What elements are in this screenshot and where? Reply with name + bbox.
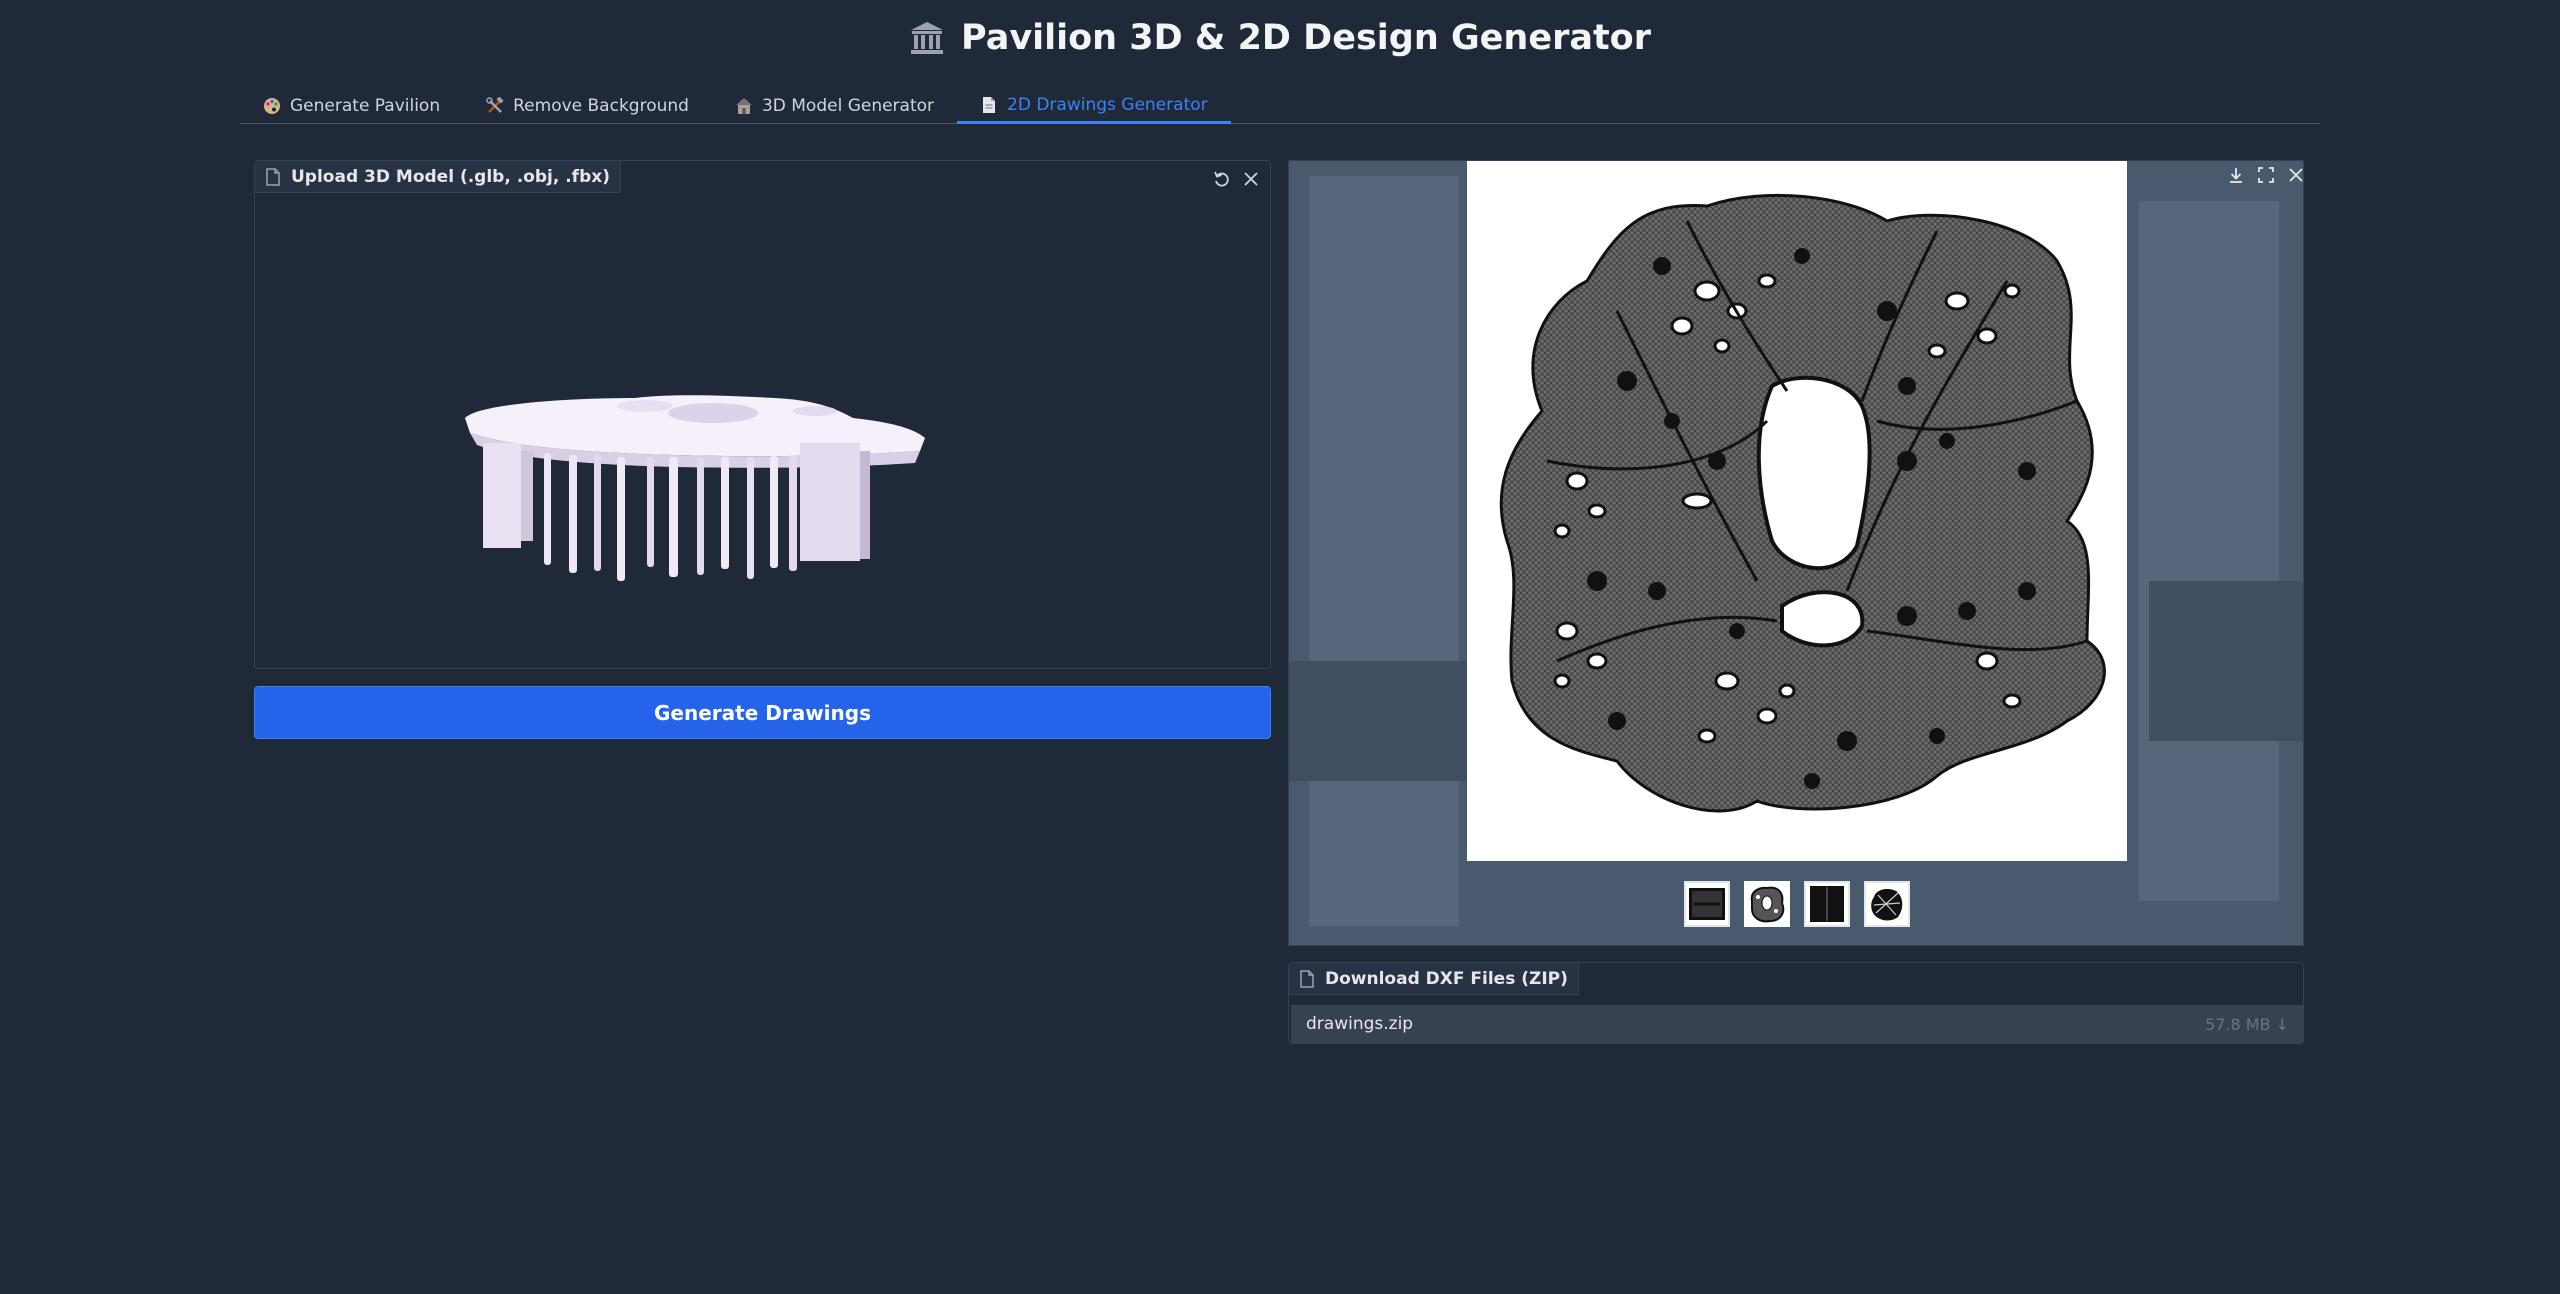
upload-panel-label: Upload 3D Model (.glb, .obj, .fbx) (255, 161, 621, 193)
tools-icon (486, 96, 504, 113)
file-icon (266, 167, 280, 186)
thumbnail-drawing-4[interactable] (1864, 881, 1910, 927)
undo-icon (1214, 171, 1229, 187)
file-download-row[interactable]: drawings.zip 57.8 MB ↓ (1291, 1005, 2303, 1043)
3d-model-viewer[interactable] (255, 193, 1270, 668)
tab-3d-model-generator[interactable]: 3D Model Generator (712, 82, 957, 123)
close-icon (2289, 168, 2303, 182)
tab-bar: Generate Pavilion Remove Background 3D M… (240, 82, 2320, 124)
palette-icon (264, 97, 280, 114)
tab-generate-pavilion[interactable]: Generate Pavilion (240, 82, 463, 123)
tab-label: Remove Background (513, 95, 689, 116)
upload-3d-model-panel[interactable]: Upload 3D Model (.glb, .obj, .fbx) (254, 160, 1271, 669)
tab-2d-drawings-generator[interactable]: 2D Drawings Generator (957, 82, 1231, 124)
download-dxf-panel: Download DXF Files (ZIP) drawings.zip 57… (1288, 962, 2304, 1044)
thumbnail-drawing-3[interactable] (1804, 881, 1850, 927)
tab-remove-background[interactable]: Remove Background (463, 82, 712, 123)
file-name[interactable]: drawings.zip (1306, 1014, 1413, 1034)
thumbnail-strip (1289, 881, 2303, 927)
fullscreen-icon (2258, 167, 2274, 183)
pavilion-3d-model (465, 395, 925, 581)
tab-label: 2D Drawings Generator (1007, 94, 1208, 115)
tab-label: 3D Model Generator (761, 95, 935, 116)
drawings-gallery (1288, 160, 2304, 946)
house-icon (735, 97, 752, 114)
thumbnail-drawing-2[interactable] (1744, 881, 1790, 927)
document-icon (983, 96, 996, 113)
download-image-button[interactable] (2224, 163, 2248, 187)
generate-drawings-button[interactable]: Generate Drawings (254, 686, 1271, 739)
download-panel-label: Download DXF Files (ZIP) (1289, 963, 1579, 995)
classical-building-icon (911, 22, 943, 54)
clear-upload-button[interactable] (1239, 167, 1263, 191)
reset-view-button[interactable] (1210, 167, 1234, 191)
download-label-text: Download DXF Files (ZIP) (1325, 968, 1568, 989)
file-size: 57.8 MB ↓ (2205, 1014, 2289, 1034)
upload-label-text: Upload 3D Model (.glb, .obj, .fbx) (291, 166, 610, 187)
app-title: Pavilion 3D & 2D Design Generator (0, 18, 2560, 58)
file-icon (1300, 969, 1314, 988)
tab-label: Generate Pavilion (290, 95, 441, 116)
selected-drawing-image[interactable] (1467, 161, 2127, 861)
download-icon (2230, 168, 2242, 183)
thumbnail-drawing-1[interactable] (1684, 881, 1730, 927)
fullscreen-button[interactable] (2254, 163, 2278, 187)
close-icon (1244, 172, 1258, 186)
close-preview-button[interactable] (2284, 163, 2303, 187)
page-title: Pavilion 3D & 2D Design Generator (961, 18, 1651, 58)
